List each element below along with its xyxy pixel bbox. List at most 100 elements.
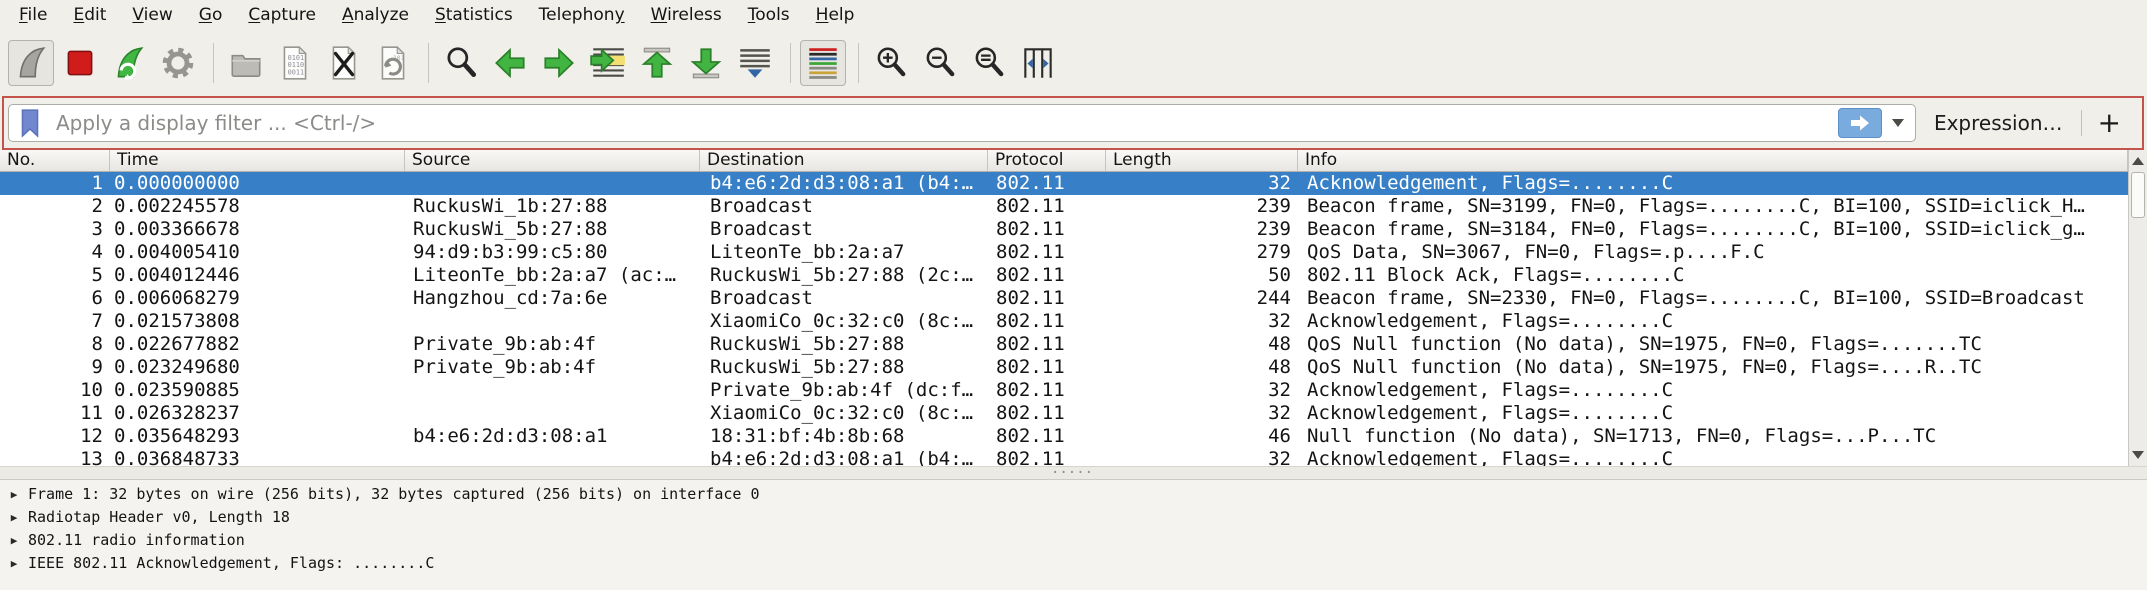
capture-start-button[interactable] bbox=[8, 40, 54, 86]
cell-info: Acknowledgement, Flags=........C bbox=[1298, 310, 2128, 333]
zoom-original-button[interactable] bbox=[966, 40, 1012, 86]
stop-square-icon bbox=[61, 44, 99, 82]
scroll-up-arrow-icon[interactable] bbox=[2132, 157, 2144, 165]
menu-file[interactable]: File bbox=[6, 0, 60, 30]
cell-no: 8 bbox=[0, 333, 110, 356]
zoom-out-button[interactable] bbox=[917, 40, 963, 86]
go-first-packet-button[interactable] bbox=[634, 40, 680, 86]
first-packet-arrow-icon bbox=[638, 44, 676, 82]
file-close-button[interactable] bbox=[321, 40, 367, 86]
packet-row[interactable]: 10.000000000b4:e6:2d:d3:08:a1 (b4:…802.1… bbox=[0, 172, 2128, 195]
pane-splitter[interactable]: ····· bbox=[0, 466, 2147, 480]
cell-length: 48 bbox=[1106, 356, 1298, 379]
zoom-original-icon bbox=[970, 44, 1008, 82]
cell-no: 13 bbox=[0, 448, 110, 466]
cell-protocol: 802.11 bbox=[988, 264, 1106, 287]
cell-length: 32 bbox=[1106, 402, 1298, 425]
column-header-length[interactable]: Length bbox=[1106, 150, 1298, 171]
filter-dropdown-caret[interactable] bbox=[1892, 119, 1904, 127]
file-open-button[interactable] bbox=[223, 40, 269, 86]
cell-info: Acknowledgement, Flags=........C bbox=[1298, 379, 2128, 402]
filter-apply-button[interactable] bbox=[1838, 108, 1882, 138]
menu-help[interactable]: Help bbox=[803, 0, 868, 30]
zoom-in-button[interactable] bbox=[868, 40, 914, 86]
menu-capture[interactable]: Capture bbox=[235, 0, 329, 30]
menu-wireless[interactable]: Wireless bbox=[638, 0, 735, 30]
cell-no: 6 bbox=[0, 287, 110, 310]
packet-row[interactable]: 40.00400541094:d9:b3:99:c5:80LiteonTe_bb… bbox=[0, 241, 2128, 264]
display-filter-bar[interactable] bbox=[8, 104, 1916, 142]
filter-bookmark-icon[interactable] bbox=[18, 108, 42, 138]
back-arrow-icon bbox=[491, 44, 529, 82]
packet-list-scrollbar[interactable] bbox=[2128, 150, 2147, 466]
packet-row[interactable]: 80.022677882Private_9b:ab:4fRuckusWi_5b:… bbox=[0, 333, 2128, 356]
colorize-lines-icon bbox=[804, 44, 842, 82]
cell-length: 244 bbox=[1106, 287, 1298, 310]
cell-time: 0.003366678 bbox=[110, 218, 405, 241]
packet-row[interactable]: 100.023590885Private_9b:ab:4f (dc:f…802.… bbox=[0, 379, 2128, 402]
cell-source: Private_9b:ab:4f bbox=[405, 333, 700, 356]
go-forward-button[interactable] bbox=[536, 40, 582, 86]
packet-list-header: No.TimeSourceDestinationProtocolLengthIn… bbox=[0, 150, 2128, 172]
capture-options-button[interactable] bbox=[155, 40, 201, 86]
menu-view[interactable]: View bbox=[119, 0, 185, 30]
capture-stop-button[interactable] bbox=[57, 40, 103, 86]
packet-row[interactable]: 30.003366678RuckusWi_5b:27:88Broadcast80… bbox=[0, 218, 2128, 241]
packet-row[interactable]: 60.006068279Hangzhou_cd:7a:6eBroadcast80… bbox=[0, 287, 2128, 310]
cell-destination: RuckusWi_5b:27:88 bbox=[700, 333, 988, 356]
go-last-packet-button[interactable] bbox=[683, 40, 729, 86]
cell-source bbox=[405, 448, 700, 466]
detail-tree-row[interactable]: ▶Frame 1: 32 bytes on wire (256 bits), 3… bbox=[0, 483, 2147, 506]
cell-no: 3 bbox=[0, 218, 110, 241]
column-header-protocol[interactable]: Protocol bbox=[988, 150, 1106, 171]
column-header-time[interactable]: Time bbox=[110, 150, 405, 171]
resize-columns-button[interactable] bbox=[1015, 40, 1061, 86]
colorize-packets-button[interactable] bbox=[800, 40, 846, 86]
expander-icon: ▶ bbox=[0, 483, 28, 506]
cell-length: 46 bbox=[1106, 425, 1298, 448]
packet-row[interactable]: 50.004012446LiteonTe_bb:2a:a7 (ac:…Rucku… bbox=[0, 264, 2128, 287]
packet-row[interactable]: 20.002245578RuckusWi_1b:27:88Broadcast80… bbox=[0, 195, 2128, 218]
packet-row[interactable]: 110.026328237XiaomiCo_0c:32:c0 (8c:…802.… bbox=[0, 402, 2128, 425]
file-reload-button[interactable]: 101 bbox=[370, 40, 416, 86]
column-header-destination[interactable]: Destination bbox=[700, 150, 988, 171]
cell-no: 11 bbox=[0, 402, 110, 425]
cell-source bbox=[405, 310, 700, 333]
go-to-packet-button[interactable] bbox=[585, 40, 631, 86]
go-back-button[interactable] bbox=[487, 40, 533, 86]
scroll-down-arrow-icon[interactable] bbox=[2132, 451, 2144, 459]
menu-go[interactable]: Go bbox=[186, 0, 236, 30]
file-save-button[interactable]: 0101 0110 0011 bbox=[272, 40, 318, 86]
detail-tree-row[interactable]: ▶802.11 radio information bbox=[0, 529, 2147, 552]
menu-tools[interactable]: Tools bbox=[735, 0, 803, 30]
packet-row[interactable]: 70.021573808XiaomiCo_0c:32:c0 (8c:…802.1… bbox=[0, 310, 2128, 333]
menu-analyze[interactable]: Analyze bbox=[329, 0, 422, 30]
packet-row[interactable]: 90.023249680Private_9b:ab:4fRuckusWi_5b:… bbox=[0, 356, 2128, 379]
display-filter-input[interactable] bbox=[54, 110, 1838, 136]
filter-separator bbox=[2081, 110, 2082, 136]
cell-time: 0.036848733 bbox=[110, 448, 405, 466]
capture-restart-button[interactable] bbox=[106, 40, 152, 86]
detail-tree-row[interactable]: ▶Radiotap Header v0, Length 18 bbox=[0, 506, 2147, 529]
column-header-no[interactable]: No. bbox=[0, 150, 110, 171]
reload-document-icon: 101 bbox=[374, 44, 412, 82]
add-filter-button[interactable]: + bbox=[2098, 109, 2121, 137]
find-packet-button[interactable] bbox=[438, 40, 484, 86]
cell-destination: Private_9b:ab:4f (dc:f… bbox=[700, 379, 988, 402]
column-header-info[interactable]: Info bbox=[1298, 150, 2128, 171]
auto-scroll-icon bbox=[736, 44, 774, 82]
detail-tree-row[interactable]: ▶IEEE 802.11 Acknowledgement, Flags: ...… bbox=[0, 552, 2147, 575]
menu-edit[interactable]: Edit bbox=[60, 0, 119, 30]
menu-statistics[interactable]: Statistics bbox=[422, 0, 526, 30]
expression-button[interactable]: Expression… bbox=[1934, 111, 2063, 135]
scrollbar-thumb[interactable] bbox=[2131, 172, 2145, 218]
auto-scroll-button[interactable] bbox=[732, 40, 778, 86]
cell-length: 239 bbox=[1106, 195, 1298, 218]
cell-info: QoS Null function (No data), SN=1975, FN… bbox=[1298, 333, 2128, 356]
menu-telephony[interactable]: Telephony bbox=[526, 0, 638, 30]
packet-row[interactable]: 120.035648293b4:e6:2d:d3:08:a118:31:bf:4… bbox=[0, 425, 2128, 448]
cell-protocol: 802.11 bbox=[988, 310, 1106, 333]
detail-row-text: Frame 1: 32 bytes on wire (256 bits), 32… bbox=[28, 483, 760, 506]
column-header-source[interactable]: Source bbox=[405, 150, 700, 171]
cell-source: Hangzhou_cd:7a:6e bbox=[405, 287, 700, 310]
